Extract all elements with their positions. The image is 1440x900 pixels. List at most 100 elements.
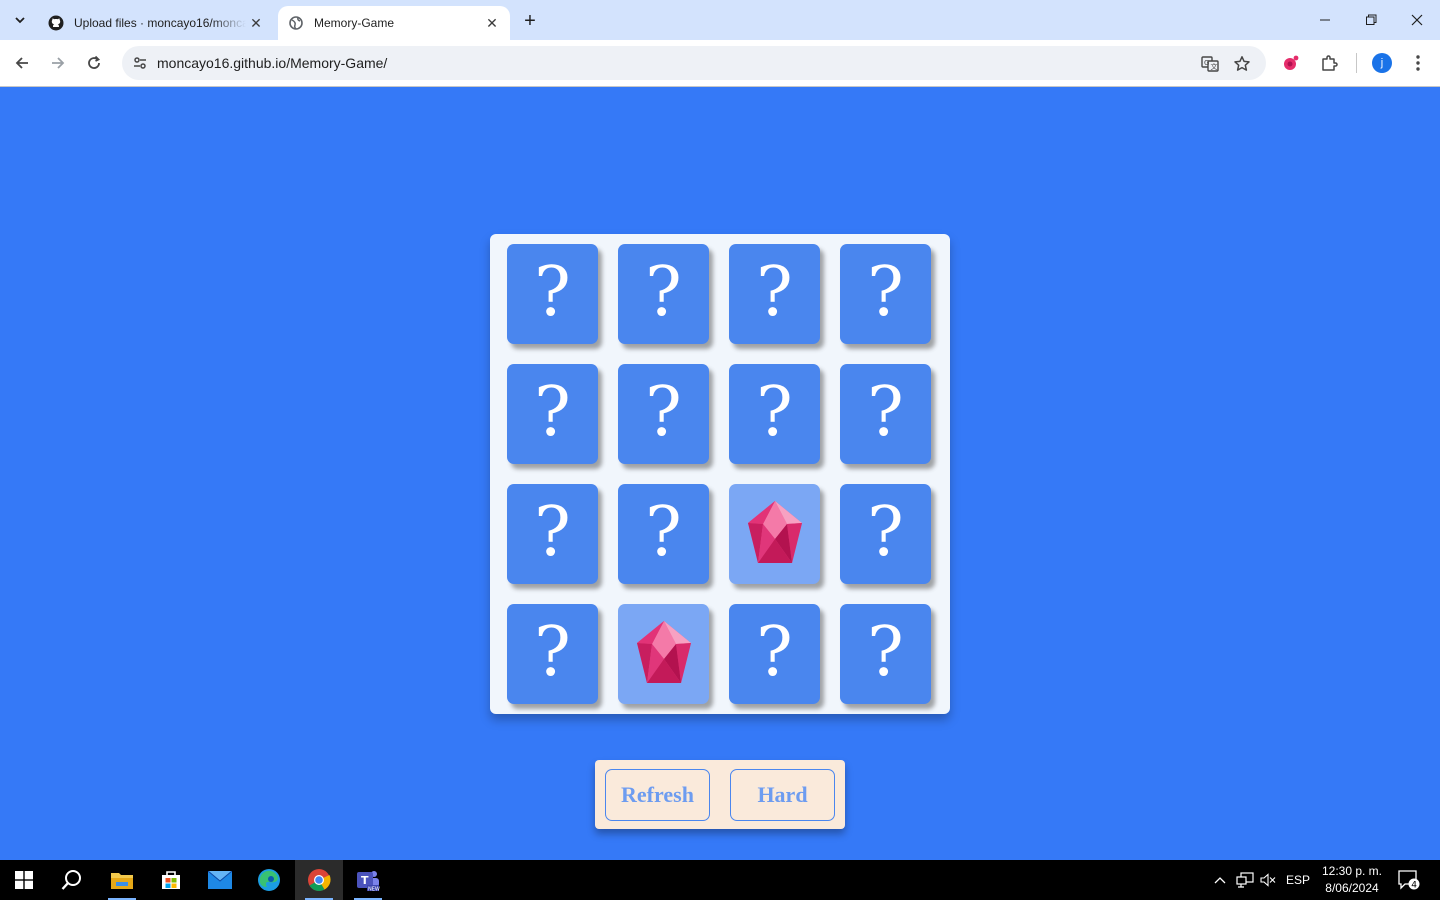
restore-icon (1366, 14, 1377, 25)
show-hidden-icons[interactable] (1208, 860, 1232, 900)
arrow-right-icon (52, 57, 65, 69)
translate-icon[interactable]: G文 (1198, 52, 1222, 76)
memory-card[interactable]: ? (840, 604, 931, 704)
memory-card[interactable]: ? (840, 364, 931, 464)
question-mark: ? (645, 493, 682, 572)
tab-memory-game[interactable]: Memory-Game ✕ (278, 6, 510, 40)
memory-card[interactable]: ? (618, 484, 709, 584)
teams-icon: TNEW (357, 871, 380, 893)
network-icon[interactable] (1234, 860, 1256, 900)
question-mark: ? (756, 253, 793, 332)
svg-text:文: 文 (1211, 62, 1218, 71)
reload-icon (88, 55, 101, 69)
refresh-button[interactable]: Refresh (605, 769, 710, 821)
mail-icon (208, 871, 232, 889)
chevron-up-icon (1214, 877, 1226, 884)
question-mark: ? (534, 493, 571, 572)
github-icon (48, 15, 64, 31)
store-icon (162, 871, 180, 889)
svg-text:G: G (1204, 59, 1209, 67)
profile-avatar[interactable]: j (1372, 53, 1392, 73)
start-button[interactable] (0, 860, 48, 900)
arrow-left-icon (15, 57, 28, 69)
minimize-icon (1320, 19, 1330, 21)
question-mark: ? (645, 373, 682, 452)
close-tab-icon[interactable]: ✕ (246, 13, 266, 33)
question-mark: ? (867, 373, 904, 452)
notification-center[interactable]: 4 (1394, 860, 1424, 900)
bookmark-star-icon[interactable] (1230, 52, 1254, 76)
restore-button[interactable] (1348, 0, 1394, 40)
memory-card[interactable] (618, 604, 709, 704)
chrome-icon (308, 869, 331, 891)
memory-card[interactable]: ? (507, 244, 598, 344)
search-button[interactable] (48, 860, 96, 900)
memory-card[interactable]: ? (840, 484, 931, 584)
memory-card[interactable]: ? (618, 364, 709, 464)
close-icon (1411, 14, 1423, 26)
game-controls: Refresh Hard (595, 760, 845, 829)
taskbar-chrome[interactable] (295, 860, 343, 900)
taskbar-teams[interactable]: T NEW (344, 860, 392, 900)
folder-icon (111, 873, 133, 889)
menu-kebab-icon[interactable] (1405, 50, 1431, 76)
taskbar-microsoft-store[interactable] (147, 860, 195, 900)
notification-count: 4 (1411, 881, 1417, 891)
memory-card[interactable] (729, 484, 820, 584)
close-window-button[interactable] (1394, 0, 1440, 40)
address-bar[interactable]: moncayo16.github.io/Memory-Game/ G文 (122, 46, 1266, 80)
tab-search-button[interactable] (8, 8, 32, 32)
question-mark: ? (534, 253, 571, 332)
question-mark: ? (867, 253, 904, 332)
taskbar-file-explorer[interactable] (98, 860, 146, 900)
system-clock[interactable]: 12:30 p. m. 8/06/2024 (1318, 863, 1386, 897)
clock-time: 12:30 p. m. (1321, 864, 1383, 878)
search-icon (61, 870, 81, 890)
memory-card[interactable]: ? (729, 604, 820, 704)
minimize-button[interactable] (1302, 0, 1348, 40)
puzzle-extensions-icon[interactable] (1316, 50, 1342, 76)
clock-date: 8/06/2024 (1325, 881, 1379, 895)
new-tab-button[interactable]: + (518, 9, 542, 33)
question-mark: ? (867, 493, 904, 572)
question-mark: ? (534, 373, 571, 452)
taskbar-mail[interactable] (196, 860, 244, 900)
globe-icon (288, 15, 304, 31)
tab-strip: Upload files · moncayo16/moncayo16 ✕ Mem… (0, 0, 1440, 40)
volume-muted-icon[interactable] (1258, 860, 1278, 900)
url-text: moncayo16.github.io/Memory-Game/ (157, 55, 388, 71)
reload-button[interactable] (79, 48, 109, 78)
tab-upload-files[interactable]: Upload files · moncayo16/moncayo16 ✕ (38, 6, 274, 40)
extension-icon[interactable] (1278, 50, 1304, 76)
gem-icon (746, 499, 804, 570)
notification-icon: 4 (1398, 870, 1420, 890)
site-settings-icon[interactable] (128, 51, 152, 75)
memory-card[interactable]: ? (507, 364, 598, 464)
toolbar-separator (1356, 53, 1357, 73)
memory-card[interactable]: ? (507, 484, 598, 584)
tab-title: Memory-Game (314, 16, 395, 30)
question-mark: ? (534, 613, 571, 692)
chevron-down-icon (15, 17, 25, 24)
back-button[interactable] (7, 48, 37, 78)
memory-card[interactable]: ? (507, 604, 598, 704)
windows-taskbar: T NEW ESP 12:30 p. m. 8/06/2024 4 (0, 860, 1440, 900)
memory-card[interactable]: ? (840, 244, 931, 344)
game-board: ?????????????? (490, 234, 950, 714)
question-mark: ? (867, 613, 904, 692)
memory-card[interactable]: ? (618, 244, 709, 344)
tab-title: Upload files · moncayo16/moncayo16 (74, 16, 246, 30)
memory-card[interactable]: ? (729, 244, 820, 344)
input-language[interactable]: ESP (1284, 860, 1312, 900)
svg-text:NEW: NEW (368, 887, 380, 893)
question-mark: ? (645, 253, 682, 332)
close-tab-icon[interactable]: ✕ (482, 13, 502, 33)
question-mark: ? (756, 613, 793, 692)
question-mark: ? (756, 373, 793, 452)
difficulty-button[interactable]: Hard (730, 769, 835, 821)
memory-card[interactable]: ? (729, 364, 820, 464)
forward-button[interactable] (43, 48, 73, 78)
windows-logo-icon (15, 871, 33, 889)
taskbar-edge[interactable] (245, 860, 293, 900)
edge-icon (258, 869, 280, 891)
